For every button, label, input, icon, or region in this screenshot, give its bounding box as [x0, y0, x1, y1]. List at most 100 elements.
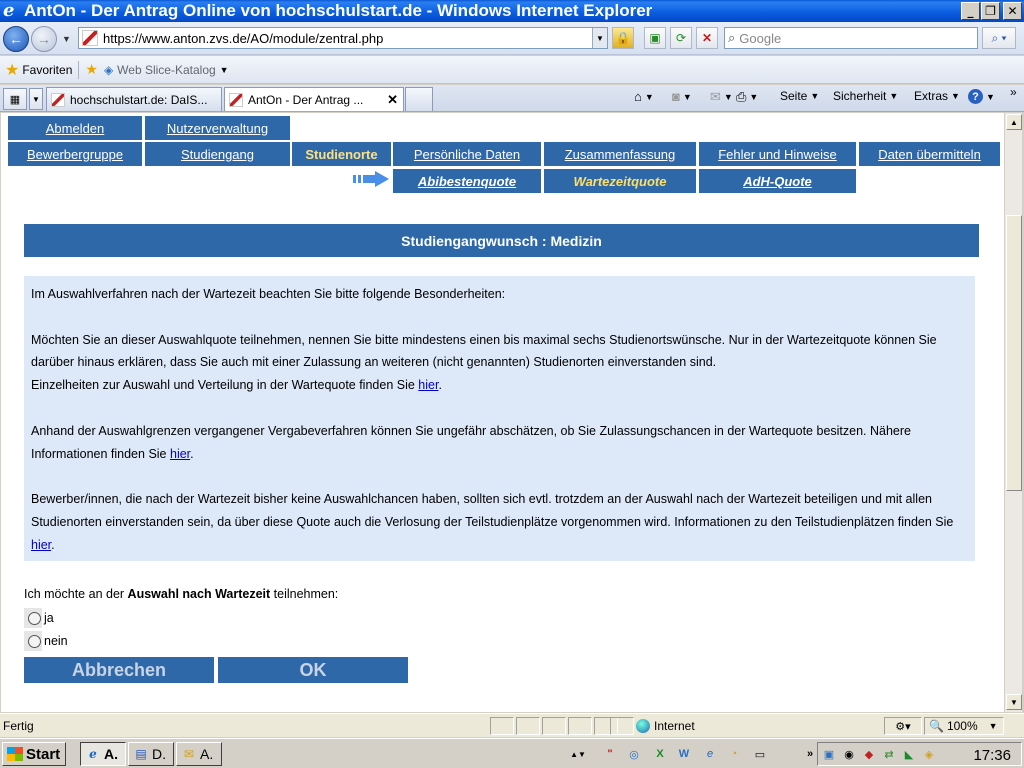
security-menu[interactable]: Sicherheit ▼: [833, 89, 898, 103]
tray-nvidia-icon[interactable]: ◣: [901, 746, 917, 762]
link-hier-2[interactable]: hier: [170, 447, 190, 461]
back-button[interactable]: ←: [3, 26, 29, 52]
settings-app-icon[interactable]: ◎: [626, 746, 642, 762]
nav-abibestenquote[interactable]: Abibestenquote: [393, 169, 541, 193]
feed-icon: ◙: [672, 89, 680, 104]
nav-fehler-und-hinweise[interactable]: Fehler und Hinweise: [699, 142, 856, 166]
add-favorite-icon[interactable]: ★: [85, 61, 98, 78]
address-bar[interactable]: https://www.anton.zvs.de/AO/module/zentr…: [78, 27, 608, 49]
back-arrow-icon: ←: [9, 31, 23, 47]
stop-icon[interactable]: ✕: [696, 27, 718, 49]
nav-studiengang[interactable]: Studiengang: [145, 142, 290, 166]
extras-menu-label: Extras: [914, 89, 949, 103]
nav-daten-uebermitteln[interactable]: Daten übermitteln: [859, 142, 1000, 166]
compatibility-view-icon[interactable]: ▣: [644, 27, 666, 49]
nav-persoenliche-daten[interactable]: Persönliche Daten: [393, 142, 541, 166]
outlook-icon[interactable]: ◔: [726, 746, 742, 762]
search-placeholder: Google: [739, 30, 782, 46]
tray-app-icon[interactable]: ◆: [861, 746, 877, 762]
info-intro: Im Auswahlverfahren nach der Wartezeit b…: [31, 287, 506, 301]
taskbar-item-label: D.: [152, 746, 166, 762]
tab-anton[interactable]: AntOn - Der Antrag ... ✕: [224, 87, 404, 111]
favorites-star-icon[interactable]: ★: [5, 60, 19, 80]
zoom-dropdown-icon[interactable]: ▼: [989, 721, 998, 731]
mail-button[interactable]: ✉ ▼: [710, 89, 733, 105]
refresh-icon[interactable]: ⟳: [670, 27, 692, 49]
mail-icon: ✉: [183, 747, 195, 761]
nav-studienorte[interactable]: Studienorte: [292, 142, 391, 166]
search-button[interactable]: ⌕ ▾: [982, 27, 1016, 49]
cancel-button[interactable]: Abbrechen: [24, 657, 214, 683]
tray-security-icon[interactable]: ◉: [841, 746, 857, 762]
protected-mode-icon[interactable]: ⚙▾: [884, 717, 922, 735]
tray-sync-icon[interactable]: ⇄: [881, 746, 897, 762]
nav-bewerbergruppe[interactable]: Bewerbergruppe: [8, 142, 142, 166]
word-icon[interactable]: W: [676, 746, 692, 762]
print-button[interactable]: ⎙ ▼: [736, 89, 758, 105]
system-tray: ▣ ◉ ◆ ⇄ ◣ ◈ 17:36: [817, 742, 1022, 766]
taskbar-item-ie[interactable]: e A.: [80, 742, 126, 766]
radio-nein[interactable]: [28, 634, 41, 648]
taskbar-item-doc[interactable]: ▤ D.: [128, 742, 174, 766]
scroll-down-icon[interactable]: ▼: [1006, 694, 1022, 710]
address-dropdown-icon[interactable]: ▼: [592, 28, 607, 48]
quick-tabs-icon[interactable]: ▦: [3, 88, 27, 110]
web-slice-dropdown-icon[interactable]: ▼: [220, 65, 229, 75]
feeds-button[interactable]: ◙ ▼: [672, 89, 692, 104]
ie-quicklaunch-icon[interactable]: e: [702, 746, 718, 762]
tab-list-dropdown-icon[interactable]: ▼: [29, 88, 43, 110]
info-para-1b-text: Einzelheiten zur Auswahl und Verteilung …: [31, 378, 415, 393]
link-hier-1[interactable]: hier: [418, 378, 438, 392]
info-box: Im Auswahlverfahren nach der Wartezeit b…: [24, 276, 975, 561]
forward-button[interactable]: →: [31, 26, 57, 52]
nav-abmelden[interactable]: Abmelden: [8, 116, 142, 140]
radio-option-nein[interactable]: nein: [24, 631, 68, 651]
quicklaunch-overflow-icon[interactable]: »: [802, 746, 818, 762]
nav-zusammenfassung[interactable]: Zusammenfassung: [544, 142, 696, 166]
excel-icon[interactable]: X: [652, 746, 668, 762]
home-button[interactable]: ⌂ ▼: [634, 89, 654, 104]
document-icon: ▤: [135, 747, 147, 761]
extras-menu[interactable]: Extras ▼: [914, 89, 960, 103]
tab-hochschulstart[interactable]: hochschulstart.de: DaIS...: [46, 87, 222, 111]
quote-app-icon[interactable]: ": [602, 746, 618, 762]
tray-update-icon[interactable]: ◈: [921, 746, 937, 762]
taskbar-scroll-icon[interactable]: ▲▼: [570, 746, 586, 762]
radio-option-ja[interactable]: ja: [24, 608, 54, 628]
tab-favicon-icon: [51, 92, 65, 107]
search-input[interactable]: ⌕ Google: [724, 27, 978, 49]
print-icon: ⎙: [736, 89, 747, 104]
nav-adh-quote[interactable]: AdH-Quote: [699, 169, 856, 193]
mail-icon: ✉: [710, 89, 721, 104]
scroll-thumb[interactable]: [1006, 215, 1022, 491]
info-para-3-text: Bewerber/innen, die nach der Wartezeit b…: [31, 492, 954, 529]
tab-close-icon[interactable]: ✕: [387, 92, 398, 108]
minimize-button[interactable]: _: [961, 2, 980, 20]
zoom-control[interactable]: 🔍 100% ▼: [924, 717, 1004, 735]
link-hier-3[interactable]: hier: [31, 538, 51, 552]
nav-nutzerverwaltung[interactable]: Nutzerverwaltung: [145, 116, 290, 140]
new-tab-button[interactable]: [405, 87, 433, 111]
desktop-icon[interactable]: ▭: [752, 746, 768, 762]
taskbar-item-mail[interactable]: ✉ A.: [176, 742, 222, 766]
security-zone: Internet: [636, 717, 876, 735]
favorites-separator: [78, 60, 80, 79]
radio-ja[interactable]: [28, 611, 41, 625]
lock-icon[interactable]: 🔒: [612, 27, 634, 49]
ok-button[interactable]: OK: [218, 657, 408, 683]
zoom-level: 100%: [946, 719, 978, 733]
maximize-button[interactable]: ❐: [981, 2, 1000, 20]
tray-network-icon[interactable]: ▣: [821, 746, 837, 762]
favorites-button[interactable]: Favoriten: [22, 63, 72, 77]
info-para-2: Anhand der Auswahlgrenzen vergangener Ve…: [31, 423, 911, 461]
start-button[interactable]: Start: [2, 742, 66, 766]
close-button[interactable]: ✕: [1003, 2, 1022, 20]
history-dropdown-icon[interactable]: ▼: [62, 34, 71, 44]
web-slice-link[interactable]: Web Slice-Katalog: [117, 63, 216, 77]
vertical-scrollbar[interactable]: ▲ ▼: [1004, 113, 1022, 712]
toolbar-overflow-icon[interactable]: »: [1010, 85, 1017, 99]
page-menu[interactable]: Seite ▼: [780, 89, 819, 103]
help-button[interactable]: ? ▼: [968, 89, 995, 104]
scroll-up-icon[interactable]: ▲: [1006, 114, 1022, 130]
nav-wartezeitquote[interactable]: Wartezeitquote: [544, 169, 696, 193]
